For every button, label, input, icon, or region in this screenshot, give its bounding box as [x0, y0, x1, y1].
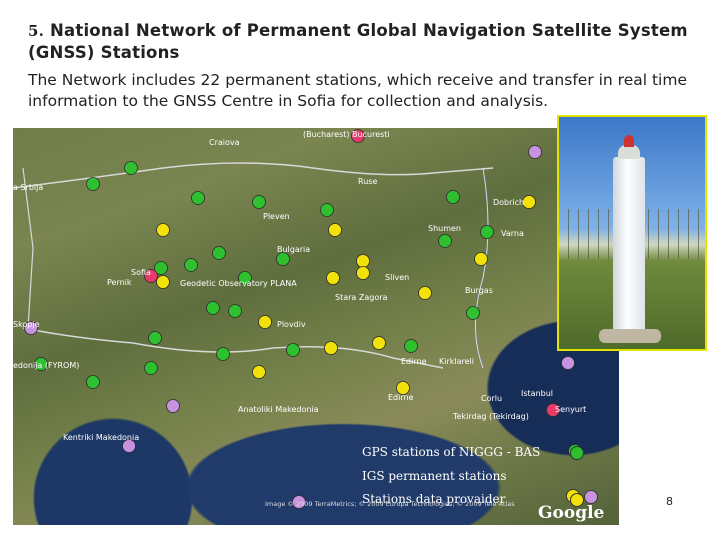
label-sofia: Sofia	[131, 268, 151, 277]
photo-base	[599, 329, 661, 343]
label-senyurt: Senyurt	[555, 405, 587, 414]
station-marker-green	[216, 347, 230, 361]
station-marker-yellow	[258, 315, 272, 329]
label-istanbul: Istanbul	[521, 389, 554, 398]
label-tekirdag: Tekirdag (Tekirdag)	[453, 412, 529, 421]
station-marker-yellow	[356, 266, 370, 280]
map-copyright: Image © 2009 TerraMetrics; © 2009 Europa…	[265, 500, 515, 508]
title-number: 5.	[28, 22, 45, 40]
label-kirklareli: Kirklareli	[439, 357, 474, 366]
station-marker-yellow	[326, 271, 340, 285]
slide-description: The Network includes 22 permanent statio…	[28, 71, 687, 110]
title-text: National Network of Permanent Global Nav…	[28, 21, 688, 62]
slide-title: 5. National Network of Permanent Global …	[28, 20, 698, 63]
legend-dot-green	[570, 446, 584, 460]
label-skopje: Skopje	[13, 320, 40, 329]
label-edirne: Edirne	[401, 357, 427, 366]
label-pleven: Pleven	[263, 212, 290, 221]
label-bucharest: (Bucharest) Bucuresti	[303, 130, 390, 139]
station-marker-green	[86, 375, 100, 389]
page-number: 8	[666, 495, 673, 508]
legend-label-niggg: GPS stations of NIGGG - BAS	[362, 445, 541, 459]
station-marker-yellow	[156, 275, 170, 289]
label-anatoliki: Anatoliki Makedonia	[238, 405, 319, 414]
station-marker-green	[252, 195, 266, 209]
label-kentriki: Kentriki Makedonia	[63, 433, 140, 442]
coast-line	[475, 167, 489, 369]
station-marker-green	[86, 177, 100, 191]
photo-pillar	[613, 157, 645, 337]
label-varna: Varna	[501, 229, 524, 238]
label-pernik: Pernik	[107, 278, 132, 287]
station-marker-yellow	[328, 223, 342, 237]
station-marker-green	[154, 261, 168, 275]
station-marker-green	[404, 339, 418, 353]
station-marker-green	[286, 343, 300, 357]
station-marker-green	[446, 190, 460, 204]
station-marker-green	[212, 246, 226, 260]
station-marker-yellow	[324, 341, 338, 355]
station-marker-lilac	[528, 145, 542, 159]
station-marker-green	[206, 301, 220, 315]
station-marker-lilac	[166, 399, 180, 413]
station-marker-green	[184, 258, 198, 272]
label-plovdiv: Plovdiv	[277, 320, 306, 329]
station-marker-green	[320, 203, 334, 217]
label-stara-zagora: Stara Zagora	[335, 293, 388, 302]
label-sliven: Sliven	[385, 273, 410, 282]
station-marker-yellow	[356, 254, 370, 268]
label-shumen: Shumen	[428, 224, 462, 233]
label-burgas: Burgas	[465, 286, 493, 295]
station-marker-yellow	[522, 195, 536, 209]
label-corlu: Corlu	[481, 394, 503, 403]
legend-item-niggg: GPS stations of NIGGG - BAS	[362, 445, 584, 467]
station-marker-green	[228, 304, 242, 318]
photo-pillar-cap	[618, 145, 640, 159]
station-marker-green	[148, 331, 162, 345]
label-srbija: a Srbija	[13, 183, 44, 192]
label-craiova: Craiova	[209, 138, 240, 147]
legend-label-igs: IGS permanent stations	[362, 469, 507, 483]
label-edirne-2: Edirne	[388, 393, 414, 402]
station-marker-yellow	[474, 252, 488, 266]
photo-antenna	[624, 135, 634, 147]
google-logo: Google	[538, 503, 605, 523]
label-bulgaria: Bulgaria	[277, 245, 311, 254]
station-marker-green	[191, 191, 205, 205]
station-marker-lilac	[561, 356, 575, 370]
station-marker-yellow	[418, 286, 432, 300]
station-marker-green	[466, 306, 480, 320]
station-marker-lilac	[584, 490, 598, 504]
station-marker-yellow	[252, 365, 266, 379]
west-border	[22, 167, 34, 329]
label-ruse: Ruse	[358, 177, 378, 186]
station-marker-green	[438, 234, 452, 248]
danube-border	[13, 162, 494, 189]
station-marker-green	[144, 361, 158, 375]
label-makedonija: edonija (FYROM)	[13, 361, 80, 370]
station-photo	[557, 115, 707, 351]
station-marker-yellow	[372, 336, 386, 350]
label-dobrich: Dobrich	[493, 198, 525, 207]
legend-item-igs: IGS permanent stations	[362, 469, 507, 491]
station-marker-green	[124, 161, 138, 175]
station-marker-green	[480, 225, 494, 239]
station-marker-yellow	[156, 223, 170, 237]
label-geodetic: Geodetic Observatory PLANA	[180, 279, 297, 288]
station-marker-green	[276, 252, 290, 266]
